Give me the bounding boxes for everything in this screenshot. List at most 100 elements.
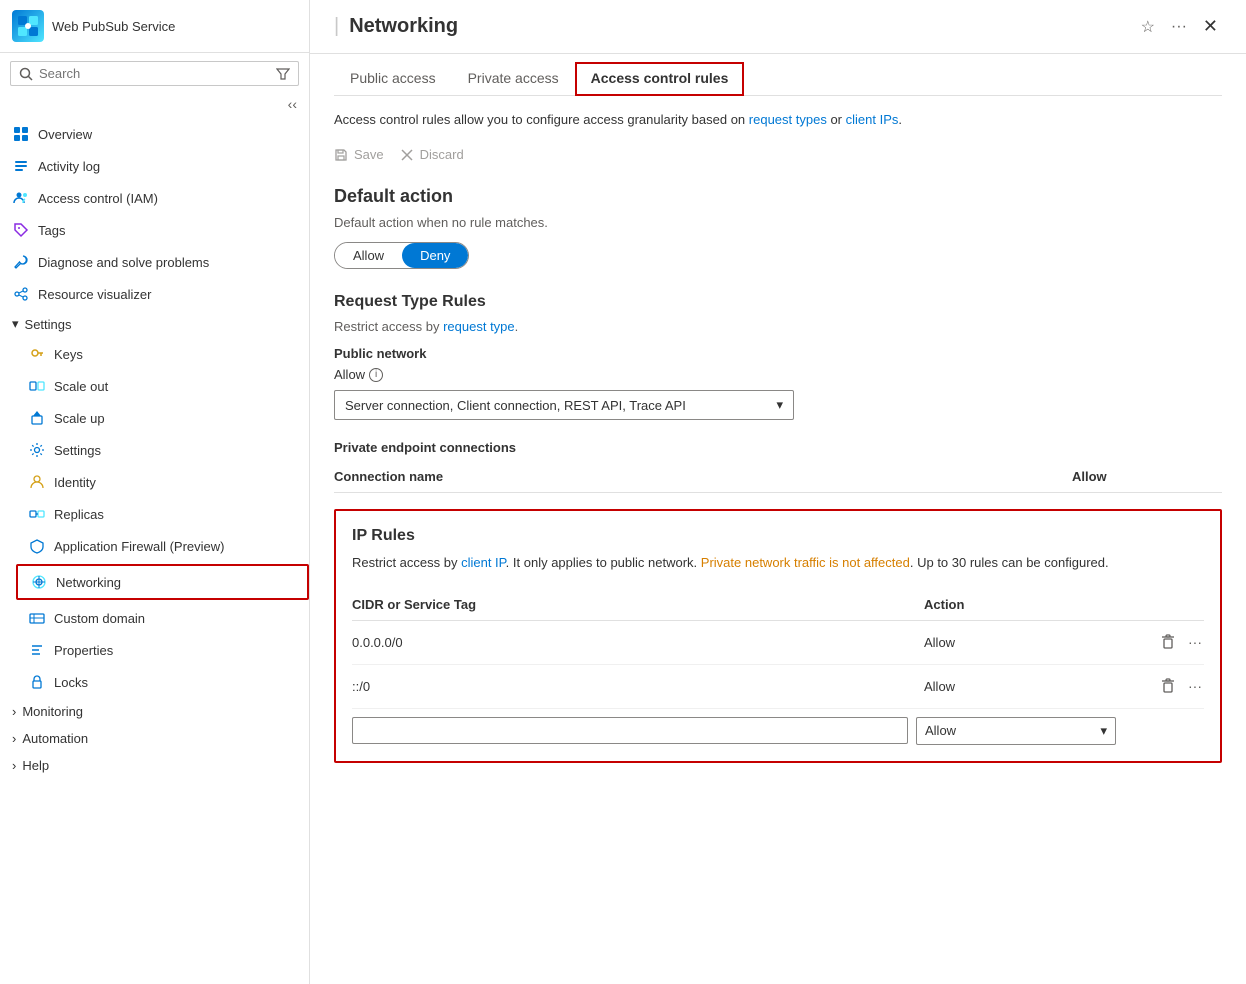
action-value-1: Allow <box>924 635 1124 650</box>
scaleout-icon <box>28 377 46 395</box>
allow-label: Allow i <box>334 367 1222 382</box>
settings-label: Settings <box>54 443 297 458</box>
ip-table-header: CIDR or Service Tag Action <box>352 589 1204 621</box>
collapse-btn[interactable]: ‹‹ <box>284 94 301 114</box>
delete-icon-2 <box>1160 677 1176 693</box>
page-description: Access control rules allow you to config… <box>334 112 1222 127</box>
sidebar-item-settings[interactable]: Settings <box>16 434 309 466</box>
private-endpoint-section: Private endpoint connections Connection … <box>334 440 1222 493</box>
request-type-link[interactable]: request type <box>443 319 515 334</box>
save-button[interactable]: Save <box>334 143 384 166</box>
sidebar-item-locks[interactable]: Locks <box>16 666 309 698</box>
ip-col-actions <box>1124 597 1204 612</box>
info-icon[interactable]: i <box>369 368 383 382</box>
help-section-header[interactable]: › Help <box>0 752 309 779</box>
monitoring-label: Monitoring <box>22 704 83 719</box>
ip-col-cidr: CIDR or Service Tag <box>352 597 924 612</box>
request-type-dropdown[interactable]: Server connection, Client connection, RE… <box>334 390 794 420</box>
keys-label: Keys <box>54 347 297 362</box>
tag-icon <box>12 221 30 239</box>
sidebar-item-scale-out[interactable]: Scale out <box>16 370 309 402</box>
sidebar-item-tags[interactable]: Tags <box>0 214 309 246</box>
sidebar-item-diagnose[interactable]: Diagnose and solve problems <box>0 246 309 278</box>
iam-label: Access control (IAM) <box>38 191 297 206</box>
pe-table-header: Connection name Allow <box>334 461 1222 493</box>
action-dropdown-value: Allow <box>925 723 956 738</box>
cidr-input[interactable] <box>352 717 908 744</box>
people-icon <box>12 189 30 207</box>
properties-label: Properties <box>54 643 297 658</box>
tab-access-control-rules[interactable]: Access control rules <box>575 62 745 96</box>
sidebar-item-keys[interactable]: Keys <box>16 338 309 370</box>
request-type-rules-description: Restrict access by request type. <box>334 319 1222 334</box>
tab-public-access[interactable]: Public access <box>334 62 452 96</box>
header-actions: ☆ ··· ✕ <box>1137 12 1222 41</box>
tabs: Public access Private access Access cont… <box>334 54 1222 96</box>
row-controls-1: ··· <box>1124 631 1204 654</box>
settings-section-label: Settings <box>25 317 72 332</box>
discard-label: Discard <box>420 147 464 162</box>
sidebar-item-overview[interactable]: Overview <box>0 118 309 150</box>
discard-icon <box>400 148 414 162</box>
client-ips-link[interactable]: client IPs <box>846 112 899 127</box>
cidr-value-1: 0.0.0.0/0 <box>352 635 924 650</box>
more-row-1-button[interactable]: ··· <box>1186 632 1204 652</box>
scale-out-label: Scale out <box>54 379 297 394</box>
sidebar-item-scale-up[interactable]: Scale up <box>16 402 309 434</box>
wrench-icon <box>12 253 30 271</box>
sidebar-item-custom-domain[interactable]: Custom domain <box>16 602 309 634</box>
sidebar-item-access-control[interactable]: Access control (IAM) <box>0 182 309 214</box>
lock-icon <box>28 673 46 691</box>
monitoring-section-header[interactable]: › Monitoring <box>0 698 309 725</box>
automation-section-header[interactable]: › Automation <box>0 725 309 752</box>
star-button[interactable]: ☆ <box>1137 13 1159 41</box>
sidebar-item-app-firewall[interactable]: Application Firewall (Preview) <box>16 530 309 562</box>
domain-icon <box>28 609 46 627</box>
delete-row-1-button[interactable] <box>1158 631 1178 654</box>
settings-section-header[interactable]: ▾ Settings <box>0 310 309 338</box>
pe-col-connection-name: Connection name <box>334 469 1072 484</box>
sidebar-item-properties[interactable]: Properties <box>16 634 309 666</box>
chevron-down-icon: ▾ <box>12 316 19 332</box>
search-input[interactable] <box>39 66 270 81</box>
settings-subnav: Keys Scale out Scale up Settings <box>0 338 309 698</box>
save-label: Save <box>354 147 384 162</box>
settings-icon <box>28 441 46 459</box>
chevron-right-icon: › <box>12 704 16 719</box>
delete-row-2-button[interactable] <box>1158 675 1178 698</box>
activity-log-label: Activity log <box>38 159 297 174</box>
action-dropdown[interactable]: Allow ▾ <box>916 717 1116 745</box>
sidebar-item-identity[interactable]: Identity <box>16 466 309 498</box>
more-options-button[interactable]: ··· <box>1167 14 1191 40</box>
tags-label: Tags <box>38 223 297 238</box>
key-icon <box>28 345 46 363</box>
sidebar-item-activity-log[interactable]: Activity log <box>0 150 309 182</box>
sidebar-item-resource-visualizer[interactable]: Resource visualizer <box>0 278 309 310</box>
search-box[interactable] <box>10 61 299 86</box>
close-button[interactable]: ✕ <box>1199 12 1222 41</box>
ip-rules-title: IP Rules <box>352 527 1204 545</box>
request-types-link[interactable]: request types <box>749 112 827 127</box>
page-title: Networking <box>349 15 458 38</box>
sidebar-item-networking[interactable]: Networking <box>16 564 309 600</box>
locks-label: Locks <box>54 675 297 690</box>
sidebar: Web PubSub Service ‹‹ Overview Activity … <box>0 0 310 984</box>
sidebar-item-replicas[interactable]: Replicas <box>16 498 309 530</box>
deny-option[interactable]: Deny <box>402 243 468 268</box>
default-action-title: Default action <box>334 186 1222 207</box>
replicas-icon <box>28 505 46 523</box>
row-controls-2: ··· <box>1124 675 1204 698</box>
list-icon <box>12 157 30 175</box>
more-row-2-button[interactable]: ··· <box>1186 676 1204 696</box>
client-ip-link[interactable]: client IP <box>461 555 506 570</box>
resource-viz-label: Resource visualizer <box>38 287 297 302</box>
ip-add-row: Allow ▾ <box>352 709 1204 745</box>
automation-label: Automation <box>22 731 88 746</box>
ip-rules-description: Restrict access by client IP. It only ap… <box>352 553 1204 573</box>
app-firewall-label: Application Firewall (Preview) <box>54 539 297 554</box>
help-label: Help <box>22 758 49 773</box>
diagram-icon <box>12 285 30 303</box>
tab-private-access[interactable]: Private access <box>452 62 575 96</box>
allow-option[interactable]: Allow <box>335 243 402 268</box>
discard-button[interactable]: Discard <box>400 143 464 166</box>
